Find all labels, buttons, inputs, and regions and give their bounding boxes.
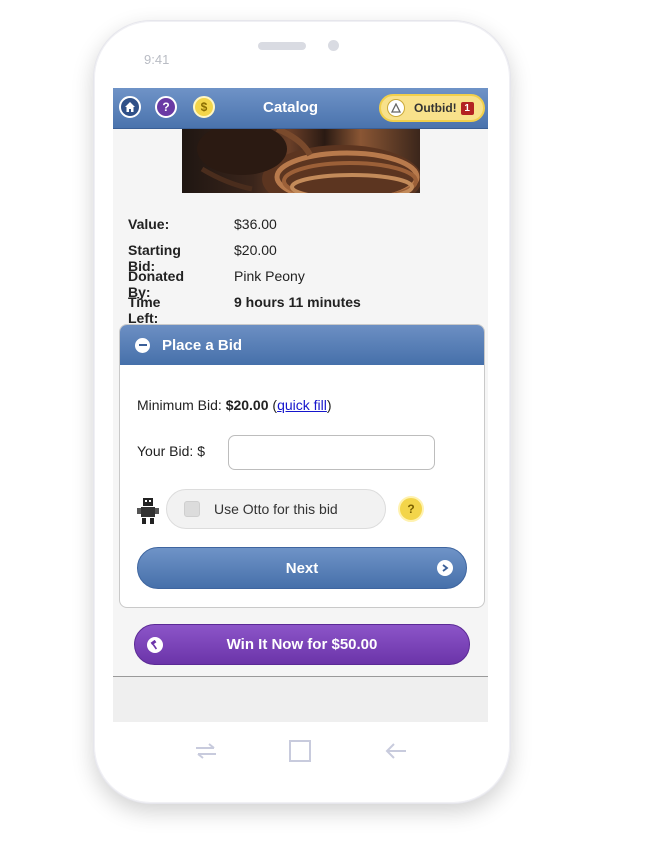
question-icon: ?	[162, 100, 170, 114]
app-screen: ? $ Catalog Outbid! 1 Value: $36.00 Star…	[113, 88, 488, 722]
home-nav-button[interactable]	[285, 736, 315, 766]
robot-icon	[137, 498, 159, 529]
win-it-now-label: Win It Now for $50.00	[226, 636, 378, 653]
minimum-bid-line: Minimum Bid: $20.00 (quick fill)	[137, 397, 332, 413]
quick-fill-link[interactable]: quick fill	[277, 397, 327, 413]
place-bid-title: Place a Bid	[162, 336, 243, 354]
detail-value: Pink Peony	[234, 268, 305, 284]
detail-value: 9 hours 11 minutes	[234, 294, 361, 310]
next-label: Next	[285, 559, 319, 577]
detail-label: Value:	[128, 216, 170, 232]
next-button[interactable]: Next	[137, 547, 467, 589]
minimum-bid-value: $20.00	[225, 397, 269, 413]
minimum-bid-label: Minimum Bid:	[137, 397, 222, 413]
otto-label: Use Otto for this bid	[214, 501, 338, 517]
your-bid-input[interactable]	[228, 435, 435, 470]
outbid-label: Outbid!	[414, 101, 457, 115]
otto-help-button[interactable]: ?	[398, 496, 424, 522]
chevron-right-icon	[437, 560, 453, 576]
status-time: 9:41	[144, 52, 170, 67]
alert-icon	[387, 99, 405, 117]
question-icon: ?	[407, 502, 415, 516]
dollar-icon: $	[200, 100, 208, 114]
android-nav-bar	[113, 722, 488, 782]
phone-camera	[328, 40, 339, 51]
app-header: ? $ Catalog Outbid! 1	[113, 88, 488, 129]
outbid-button[interactable]: Outbid! 1	[379, 94, 485, 122]
help-button[interactable]: ?	[155, 96, 177, 118]
donate-button[interactable]: $	[193, 96, 215, 118]
back-arrow-icon	[385, 743, 406, 759]
item-photo	[182, 129, 420, 193]
recents-button[interactable]	[191, 736, 221, 766]
outbid-count-badge: 1	[460, 101, 474, 115]
detail-label: Time Left:	[128, 294, 161, 326]
place-bid-panel: Place a Bid Minimum Bid: $20.00 (quick f…	[119, 324, 485, 608]
win-it-now-button[interactable]: Win It Now for $50.00	[134, 624, 470, 665]
back-button[interactable]	[381, 736, 411, 766]
detail-value: $20.00	[234, 242, 277, 258]
home-button[interactable]	[119, 96, 141, 118]
footer-area	[113, 677, 488, 722]
use-otto-checkbox[interactable]: Use Otto for this bid	[166, 489, 386, 529]
gavel-icon	[147, 637, 163, 653]
collapse-icon	[135, 337, 150, 353]
recents-icon	[196, 743, 216, 759]
page-title: Catalog	[263, 99, 319, 116]
phone-speaker	[258, 42, 306, 50]
home-icon	[125, 102, 135, 112]
otto-checkbox-box[interactable]	[184, 501, 200, 517]
detail-value: $36.00	[234, 216, 277, 232]
place-bid-header[interactable]: Place a Bid	[120, 325, 484, 365]
your-bid-label: Your Bid: $	[137, 443, 205, 459]
square-icon	[289, 740, 311, 762]
